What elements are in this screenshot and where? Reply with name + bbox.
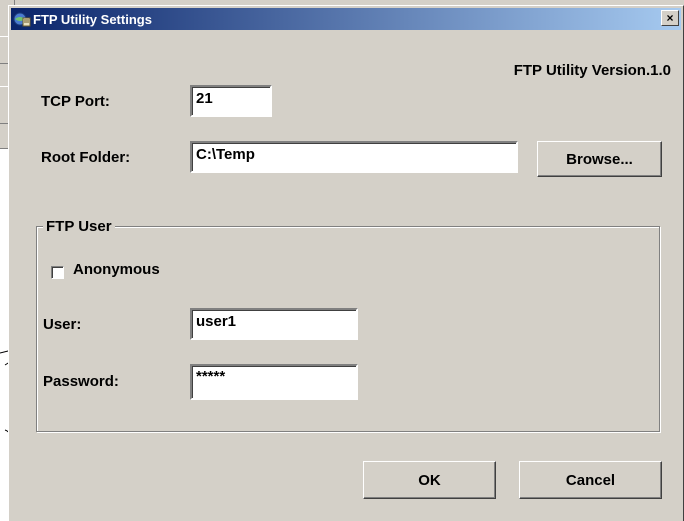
ok-button[interactable]: OK — [363, 461, 496, 499]
title-bar[interactable]: FTP Utility Settings × — [11, 8, 681, 30]
screen: FTP Utility Settings × FTP Utility Versi… — [0, 0, 684, 521]
ftp-settings-dialog: FTP Utility Settings × FTP Utility Versi… — [8, 5, 684, 521]
tcp-port-input[interactable]: 21 — [190, 85, 272, 117]
anonymous-checkbox[interactable] — [51, 266, 64, 279]
user-label: User: — [43, 316, 82, 333]
browse-button[interactable]: Browse... — [537, 141, 662, 177]
close-button[interactable]: × — [661, 10, 679, 26]
dialog-title: FTP Utility Settings — [33, 11, 152, 27]
cancel-button[interactable]: Cancel — [519, 461, 662, 499]
ftp-app-icon — [13, 12, 31, 27]
close-icon: × — [666, 11, 674, 25]
user-input[interactable]: user1 — [190, 308, 358, 340]
ftp-user-group-label: FTP User — [43, 218, 115, 235]
password-label: Password: — [43, 373, 119, 390]
version-text: FTP Utility Version.1.0 — [513, 62, 671, 79]
anonymous-label[interactable]: Anonymous — [73, 261, 160, 278]
tcp-port-label: TCP Port: — [41, 93, 110, 110]
root-folder-label: Root Folder: — [41, 149, 131, 166]
root-folder-input[interactable]: C:\Temp — [190, 141, 518, 173]
password-input[interactable]: ***** — [190, 364, 358, 400]
